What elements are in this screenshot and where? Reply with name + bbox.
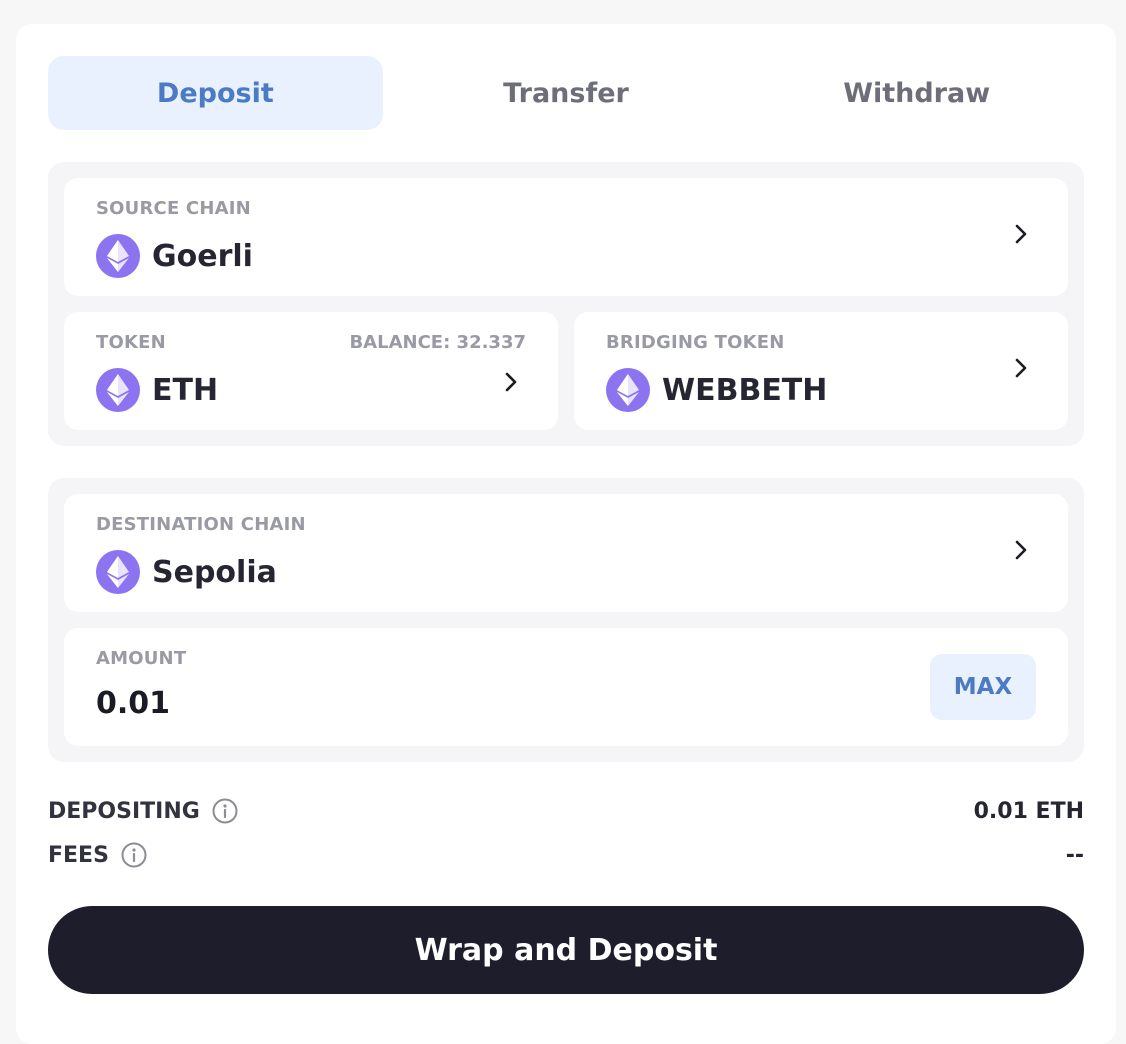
- source-chain-label: SOURCE CHAIN: [96, 198, 251, 219]
- ethereum-icon: [96, 550, 140, 594]
- bridging-token-label: BRIDGING TOKEN: [606, 332, 785, 353]
- amount-field[interactable]: AMOUNT 0.01 MAX: [64, 628, 1068, 746]
- bridging-token-name: WEBBETH: [662, 372, 828, 408]
- tab-transfer[interactable]: Transfer: [399, 56, 734, 130]
- ethereum-icon: [606, 368, 650, 412]
- chevron-right-icon: [1015, 358, 1027, 378]
- ethereum-icon: [96, 234, 140, 278]
- tab-withdraw[interactable]: Withdraw: [749, 56, 1084, 130]
- fees-value: --: [1065, 842, 1084, 868]
- depositing-label: DEPOSITING: [48, 798, 200, 824]
- chevron-right-icon: [505, 372, 517, 392]
- bridging-token-selector[interactable]: BRIDGING TOKEN WEBBETH: [574, 312, 1068, 430]
- depositing-row: DEPOSITING 0.01 ETH: [48, 793, 1084, 829]
- info-icon[interactable]: [212, 798, 238, 824]
- source-chain-name: Goerli: [152, 238, 253, 274]
- fees-label: FEES: [48, 842, 109, 868]
- ethereum-icon: [96, 368, 140, 412]
- destination-chain-name: Sepolia: [152, 554, 277, 590]
- source-chain-selector[interactable]: SOURCE CHAIN Goerli: [64, 178, 1068, 296]
- token-balance: BALANCE: 32.337: [349, 332, 526, 353]
- amount-label: AMOUNT: [96, 648, 187, 669]
- chevron-right-icon: [1015, 224, 1027, 244]
- fees-row: FEES --: [48, 837, 1084, 873]
- destination-group: DESTINATION CHAIN Sepolia AMOUNT 0.01 MA…: [48, 478, 1084, 762]
- amount-input[interactable]: 0.01: [96, 686, 170, 721]
- destination-chain-label: DESTINATION CHAIN: [96, 514, 306, 535]
- source-group: SOURCE CHAIN Goerli TOKEN BALANCE: 32.33…: [48, 162, 1084, 446]
- wrap-and-deposit-button[interactable]: Wrap and Deposit: [48, 906, 1084, 994]
- info-icon[interactable]: [121, 842, 147, 868]
- token-label: TOKEN: [96, 332, 166, 353]
- destination-chain-selector[interactable]: DESTINATION CHAIN Sepolia: [64, 494, 1068, 612]
- token-name: ETH: [152, 372, 219, 408]
- token-selector[interactable]: TOKEN BALANCE: 32.337 ETH: [64, 312, 558, 430]
- depositing-value: 0.01 ETH: [973, 798, 1084, 824]
- max-button[interactable]: MAX: [930, 654, 1036, 720]
- bridge-card: Deposit Transfer Withdraw SOURCE CHAIN G…: [16, 24, 1116, 1044]
- chevron-right-icon: [1015, 540, 1027, 560]
- tab-deposit[interactable]: Deposit: [48, 56, 383, 130]
- tab-bar: Deposit Transfer Withdraw: [48, 56, 1084, 130]
